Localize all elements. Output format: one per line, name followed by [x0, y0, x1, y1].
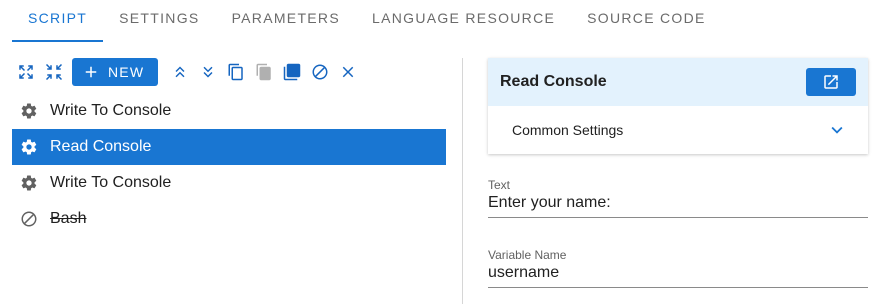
chevron-down-icon: [831, 126, 843, 134]
text-input[interactable]: [488, 192, 868, 218]
open-in-new-button[interactable]: [806, 68, 856, 96]
step-header: Read Console: [488, 58, 868, 106]
panel-divider: [462, 58, 463, 304]
tab-settings[interactable]: SETTINGS: [103, 0, 215, 42]
disabled-icon: [20, 210, 38, 228]
paste-icon[interactable]: [254, 62, 274, 82]
tab-script[interactable]: SCRIPT: [12, 0, 104, 42]
delete-icon[interactable]: [338, 62, 358, 82]
move-up-icon[interactable]: [170, 62, 190, 82]
open-in-new-icon: [824, 75, 838, 89]
common-settings-expander[interactable]: Common Settings: [488, 106, 868, 154]
variable-name-label: Variable Name: [488, 248, 567, 262]
script-tree: Write To Console Read Console Write To C…: [12, 93, 446, 237]
step-title: Read Console: [500, 73, 607, 90]
text-field: Text: [488, 178, 868, 218]
tree-item-label: Write To Console: [50, 102, 172, 119]
gear-icon: [20, 102, 38, 120]
collapse-all-icon[interactable]: [44, 62, 64, 82]
expand-all-icon[interactable]: [16, 62, 36, 82]
tab-source-code[interactable]: SOURCE CODE: [571, 0, 722, 42]
variable-name-field: Variable Name: [488, 248, 868, 288]
tab-bar: SCRIPT SETTINGS PARAMETERS LANGUAGE RESO…: [12, 0, 722, 42]
duplicate-icon[interactable]: [282, 62, 302, 82]
tree-item-label: Write To Console: [50, 174, 172, 191]
tree-item-write-to-console[interactable]: Write To Console: [12, 165, 446, 201]
new-button[interactable]: NEW: [72, 58, 159, 86]
tree-item-bash[interactable]: Bash: [12, 201, 446, 237]
variable-name-input[interactable]: [488, 262, 868, 288]
disable-icon[interactable]: [310, 62, 330, 82]
step-header-card: Read Console Common Settings: [488, 58, 868, 154]
tab-language-resource[interactable]: LANGUAGE RESOURCE: [356, 0, 571, 42]
tree-item-label: Bash: [50, 210, 87, 227]
tree-item-write-to-console[interactable]: Write To Console: [12, 93, 446, 129]
text-field-label: Text: [488, 178, 511, 192]
new-button-label: NEW: [108, 64, 145, 80]
tree-item-read-console[interactable]: Read Console: [12, 129, 446, 165]
gear-icon: [20, 174, 38, 192]
copy-icon[interactable]: [226, 62, 246, 82]
plus-icon: [85, 66, 97, 78]
script-toolbar: NEW: [16, 58, 358, 86]
gear-icon: [20, 138, 38, 156]
tab-parameters[interactable]: PARAMETERS: [216, 0, 356, 42]
common-settings-label: Common Settings: [512, 122, 624, 138]
step-details-panel: Read Console Common Settings Text Variab…: [488, 58, 868, 288]
tree-item-label: Read Console: [50, 138, 152, 155]
move-down-icon[interactable]: [198, 62, 218, 82]
